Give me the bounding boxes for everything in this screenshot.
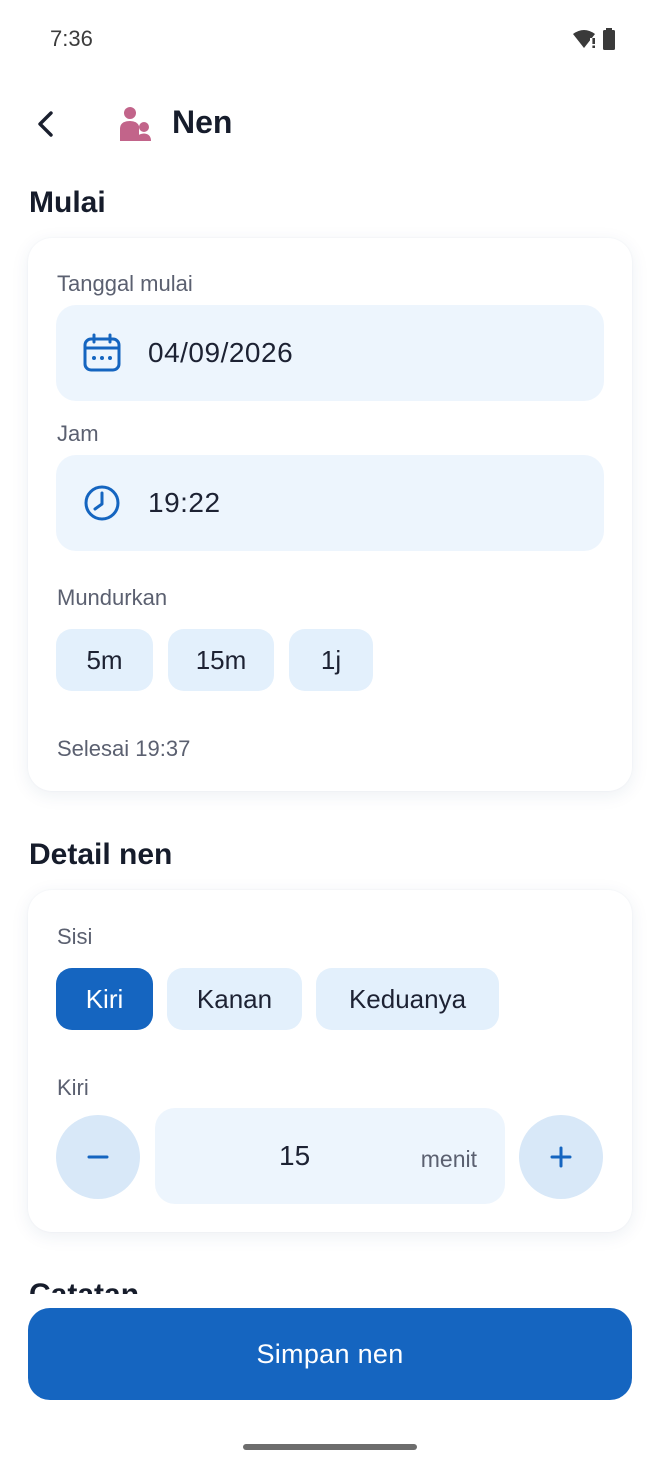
- status-time: 7:36: [50, 26, 93, 51]
- section-title-detail: Detail nen: [29, 838, 173, 871]
- start-card: Tanggal mulai 04/09/2026 Jam 19:22 Mundu…: [28, 238, 632, 791]
- minus-icon: [87, 1155, 109, 1159]
- plus-icon: [550, 1146, 572, 1168]
- postpone-chip-5m[interactable]: 5m: [56, 629, 153, 691]
- clock-icon: [84, 485, 120, 521]
- duration-label: Kiri: [57, 1075, 89, 1100]
- side-label: Sisi: [57, 924, 93, 949]
- save-button[interactable]: Simpan nen: [28, 1308, 632, 1400]
- side-chip-both[interactable]: Keduanya: [316, 968, 499, 1030]
- section-title-start: Mulai: [29, 186, 106, 219]
- page-title: Nen: [172, 104, 233, 140]
- status-icons: [572, 28, 616, 50]
- side-chip-left[interactable]: Kiri: [56, 968, 153, 1030]
- date-value: 04/09/2026: [148, 337, 294, 368]
- section-title-notes: Catatan: [29, 1272, 139, 1294]
- increment-button[interactable]: [519, 1115, 603, 1199]
- duration-field[interactable]: 15 menit: [155, 1108, 505, 1204]
- wifi-icon: [573, 30, 595, 48]
- end-time-text: Selesai 19:37: [57, 736, 191, 761]
- battery-icon: [603, 28, 615, 50]
- duration-unit: menit: [420, 1146, 477, 1172]
- top-app-bar: Nen: [0, 90, 660, 160]
- time-label: Jam: [57, 421, 99, 446]
- back-button[interactable]: [24, 102, 68, 146]
- postpone-chip-1j[interactable]: 1j: [289, 629, 373, 691]
- time-field[interactable]: 19:22: [56, 455, 604, 551]
- detail-card: Sisi Kiri Kanan Keduanya Kiri 15 menit: [28, 890, 632, 1232]
- side-chip-right[interactable]: Kanan: [167, 968, 302, 1030]
- date-field[interactable]: 04/09/2026: [56, 305, 604, 401]
- calendar-icon: [83, 333, 121, 372]
- home-indicator[interactable]: [243, 1444, 417, 1450]
- decrement-button[interactable]: [56, 1115, 140, 1199]
- postpone-label: Mundurkan: [57, 585, 168, 610]
- date-label: Tanggal mulai: [57, 271, 193, 296]
- postpone-chip-15m[interactable]: 15m: [168, 629, 274, 691]
- duration-value: 15: [279, 1140, 311, 1171]
- time-value: 19:22: [148, 487, 221, 518]
- breastfeeding-icon: [120, 107, 151, 141]
- back-arrow-icon: [38, 111, 53, 137]
- status-bar: 7:36: [0, 0, 660, 78]
